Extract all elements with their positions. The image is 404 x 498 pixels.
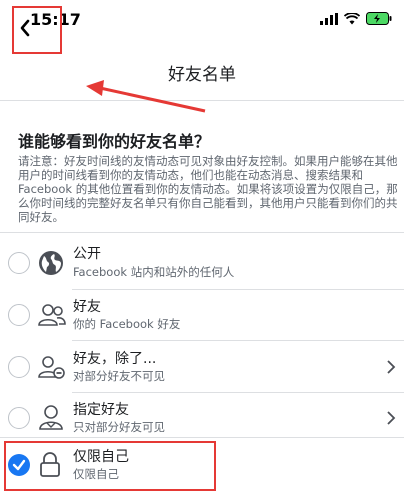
battery-charging-icon bbox=[366, 12, 392, 25]
section-heading: 谁能够看到你的好友名单？ bbox=[18, 132, 211, 151]
radio-button[interactable] bbox=[8, 407, 30, 429]
radio-button[interactable] bbox=[8, 304, 30, 326]
option-public[interactable]: 公开 Facebook 站内和站外的任何人 bbox=[0, 238, 404, 290]
back-arrow-icon bbox=[20, 19, 30, 37]
divider bbox=[0, 232, 404, 233]
option-friends-except[interactable]: 好友，除了... 对部分好友不可见 bbox=[0, 342, 404, 394]
divider bbox=[0, 437, 404, 438]
option-subtitle: 对部分好友不可见 bbox=[73, 369, 165, 383]
option-subtitle: 只对部分好友可见 bbox=[73, 420, 165, 434]
chevron-right-icon bbox=[387, 411, 396, 425]
specific-friends-icon bbox=[39, 405, 63, 430]
option-subtitle: 你的 Facebook 好友 bbox=[73, 317, 181, 331]
radio-button[interactable] bbox=[8, 356, 30, 378]
friends-icon bbox=[38, 304, 66, 326]
option-title: 好友 bbox=[73, 299, 101, 315]
globe-icon bbox=[39, 251, 63, 275]
divider bbox=[72, 340, 404, 341]
privacy-note: 请注意：好友时间线的友情动态可见对象由好友控制。如果用户能够在其他用户的时间线看… bbox=[18, 154, 398, 224]
friends-except-icon bbox=[38, 356, 65, 379]
annotation-arrow bbox=[86, 80, 206, 113]
option-title: 指定好友 bbox=[73, 402, 129, 418]
wifi-icon bbox=[344, 12, 360, 24]
chevron-right-icon bbox=[387, 360, 396, 374]
signal-icon bbox=[320, 12, 338, 25]
option-title: 公开 bbox=[73, 246, 101, 262]
option-title: 好友，除了... bbox=[73, 351, 157, 367]
radio-button[interactable] bbox=[8, 252, 30, 274]
back-button[interactable] bbox=[12, 6, 62, 54]
annotation-highlight-box bbox=[4, 441, 216, 491]
status-icons bbox=[320, 12, 392, 25]
option-friends[interactable]: 好友 你的 Facebook 好友 bbox=[0, 290, 404, 342]
option-subtitle: Facebook 站内和站外的任何人 bbox=[73, 265, 235, 279]
